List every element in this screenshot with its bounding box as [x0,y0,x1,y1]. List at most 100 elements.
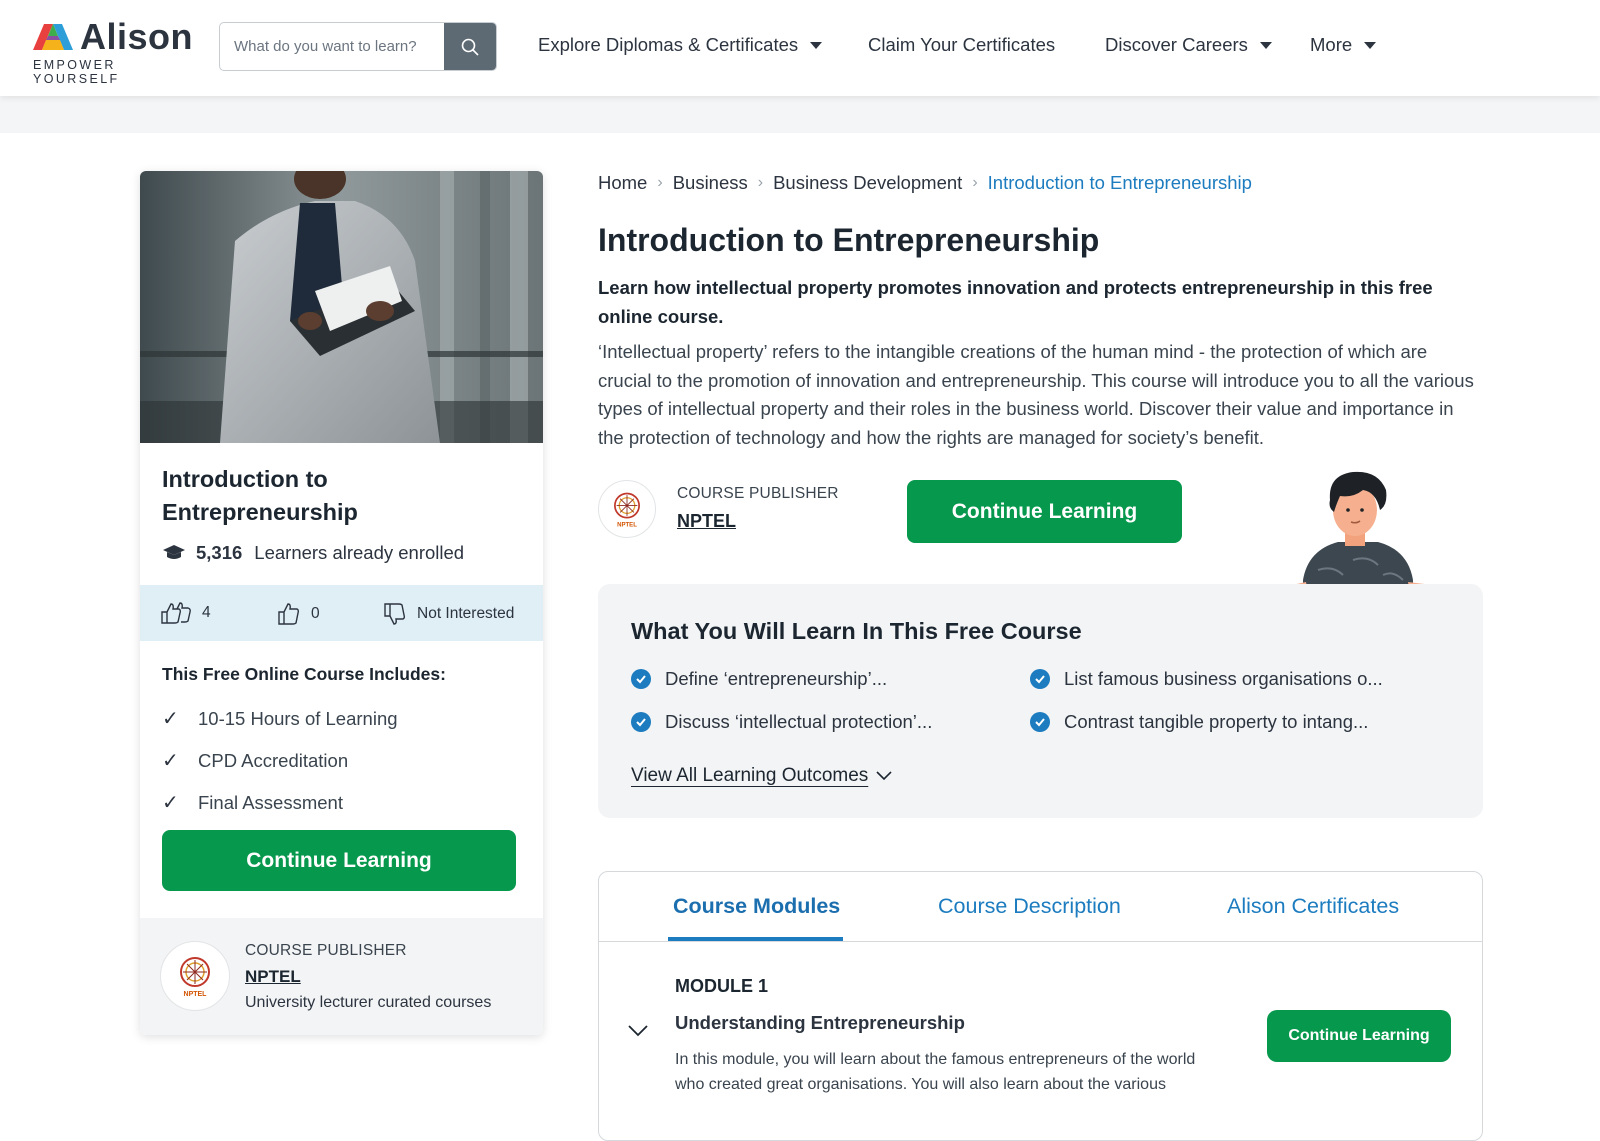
thumbs-down-icon [384,603,406,625]
include-item: ✓ Final Assessment [162,790,343,815]
search-bar [219,22,497,71]
nptel-logo[interactable]: NPTEL [598,480,656,538]
double-thumbs-up-icon [161,602,191,624]
course-hero-image [140,171,543,443]
tab-course-modules[interactable]: Course Modules [673,894,840,919]
enrolled-label: Learners already enrolled [254,542,465,563]
caret-down-icon [1364,41,1377,49]
main-publisher-name-link[interactable]: NPTEL [677,511,736,532]
checkmark-icon: ✓ [162,792,179,814]
course-summary-card: Introduction to Entrepreneurship 5,316 L… [140,171,543,1035]
publisher-name-link[interactable]: NPTEL [245,967,301,987]
not-interested-button[interactable]: Not Interested [383,602,514,626]
breadcrumb-business[interactable]: Business [673,172,748,194]
search-input[interactable] [220,23,448,69]
thumbs-up-icon [278,603,300,625]
chevron-right-icon: › [972,174,978,191]
enrolled-count: 5,316 Learners already enrolled [162,542,464,564]
check-circle-icon [631,669,651,689]
breadcrumb-business-development[interactable]: Business Development [773,172,962,194]
chevron-down-icon[interactable] [627,1024,649,1038]
learning-outcomes-panel: What You Will Learn In This Free Course … [598,584,1483,818]
nav-more[interactable]: More [1310,34,1377,56]
nav-claim-certificates[interactable]: Claim Your Certificates [868,34,1055,56]
nptel-emblem-icon: NPTEL [614,492,640,528]
brand-name: Alison [80,16,194,57]
outcome-item: Discuss ‘intellectual protection’... [631,711,932,733]
checkmark-icon: ✓ [162,750,179,772]
module-title: Understanding Entrepreneurship [675,1012,965,1033]
outcome-item: List famous business organisations o... [1030,668,1383,690]
alison-logo[interactable]: Alison EMPOWER YOURSELF [32,16,197,86]
chevron-right-icon: › [757,174,764,191]
tab-course-description[interactable]: Course Description [938,894,1121,919]
breadcrumb: Home › Business › Business Development ›… [598,172,1252,194]
nav-label: More [1310,34,1353,55]
includes-heading: This Free Online Course Includes: [162,664,446,684]
check-circle-icon [631,712,651,732]
site-header: Alison EMPOWER YOURSELF Explore Diplomas… [0,0,1600,96]
chevron-down-icon [876,771,892,781]
publisher-label: COURSE PUBLISHER [245,942,407,959]
outcome-text: Contrast tangible property to intang... [1064,711,1369,732]
search-button[interactable] [444,23,496,70]
checkmark-icon: ✓ [162,708,179,730]
course-modules-panel: Course Modules Course Description Alison… [598,871,1483,1141]
chevron-right-icon: › [657,174,663,191]
main-publisher-label: COURSE PUBLISHER [677,485,839,502]
check-circle-icon [1030,712,1050,732]
check-circle-icon [1030,669,1050,689]
main-continue-learning-button[interactable]: Continue Learning [907,480,1182,543]
nav-label: Explore Diplomas & Certificates [538,34,799,55]
breadcrumb-current: Introduction to Entrepreneurship [987,172,1252,193]
svg-text:NPTEL: NPTEL [184,991,208,998]
feedback-bar: 4 0 Not Interested [140,585,543,641]
breadcrumb-home[interactable]: Home [598,172,647,194]
card-course-title: Introduction to Entrepreneurship [162,466,358,525]
include-item: ✓ CPD Accreditation [162,748,348,773]
tab-alison-certificates[interactable]: Alison Certificates [1227,894,1399,919]
include-item: ✓ 10-15 Hours of Learning [162,706,398,731]
sub-header-strip [0,96,1600,133]
publisher-description: University lecturer curated courses [245,994,492,1011]
nav-discover-careers[interactable]: Discover Careers [1105,34,1272,56]
thumbs-up-button[interactable]: 0 [277,602,320,626]
enrolled-number: 5,316 [196,542,243,563]
svg-text:NPTEL: NPTEL [617,522,637,528]
outcome-item: Define ‘entrepreneurship’... [631,668,887,690]
include-label: 10-15 Hours of Learning [198,707,398,729]
not-interested-label: Not Interested [417,605,515,622]
brand-tagline: EMPOWER YOURSELF [33,58,120,86]
include-label: Final Assessment [198,791,343,813]
nav-label: Discover Careers [1105,34,1248,55]
graduation-cap-icon [163,545,185,559]
outcome-item: Contrast tangible property to intang... [1030,711,1368,733]
module-continue-learning-button[interactable]: Continue Learning [1267,1010,1451,1062]
nptel-logo[interactable]: NPTEL [160,941,230,1011]
like-count: 4 [202,604,211,621]
view-all-label: View All Learning Outcomes [631,765,869,786]
outcome-text: List famous business organisations o... [1064,668,1383,689]
card-continue-learning-button[interactable]: Continue Learning [162,830,516,891]
module-number: MODULE 1 [675,976,769,996]
course-description: ‘Intellectual property’ refers to the in… [598,341,1474,448]
caret-down-icon [810,41,823,49]
like-button[interactable]: 4 [160,602,211,624]
learning-outcomes-title: What You Will Learn In This Free Course [631,618,1082,644]
course-subtitle: Learn how intellectual property promotes… [598,277,1433,327]
nav-explore-diplomas[interactable]: Explore Diplomas & Certificates [538,34,823,56]
include-label: CPD Accreditation [198,749,349,771]
nav-label: Claim Your Certificates [868,34,1056,55]
outcome-text: Discuss ‘intellectual protection’... [665,711,933,732]
course-tabs: Course Modules Course Description Alison… [599,872,1482,942]
module-description: In this module, you will learn about the… [675,1051,1196,1093]
search-icon [461,38,479,56]
nptel-emblem-icon: NPTEL [180,957,210,998]
page-title: Introduction to Entrepreneurship [598,222,1100,258]
active-tab-indicator [668,937,843,941]
view-all-outcomes-link[interactable]: View All Learning Outcomes [631,765,892,787]
caret-down-icon [1259,41,1272,49]
alison-logo-icon [33,24,73,50]
outcome-text: Define ‘entrepreneurship’... [665,668,888,689]
card-publisher-box: NPTEL COURSE PUBLISHER NPTEL University … [140,918,543,1035]
